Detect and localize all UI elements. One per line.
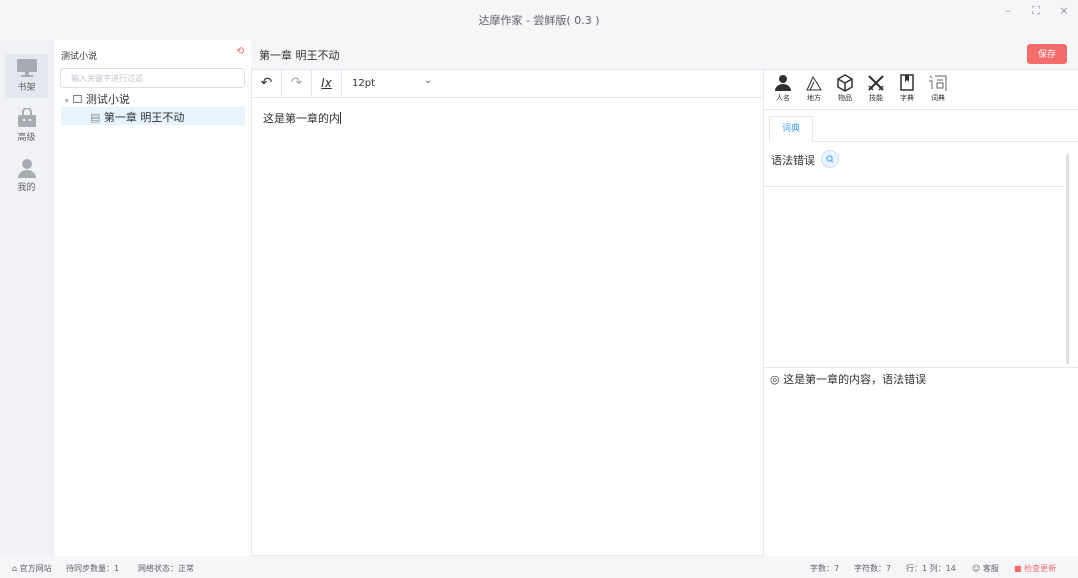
tree-node-label: 第一章 明王不动 xyxy=(103,111,185,124)
user-icon xyxy=(17,159,36,178)
tool-bar: 人名 地方 物品 技能 字典 词典 xyxy=(764,70,1078,110)
preview-divider xyxy=(764,367,1078,368)
text-cursor xyxy=(340,112,341,124)
status-bar: ⌂ 官方网站 待同步数量：1 网络状态：正常 字数：7 字符数：7 行：1 列：… xyxy=(0,556,1078,578)
preview-text: ◎ 这是第一章的内容，语法错误 xyxy=(770,371,926,387)
eye-icon: ◎ xyxy=(770,373,780,386)
title-bar: 达摩作家 - 尝鲜版( 0.3 ) – ⛶ × xyxy=(0,0,1078,40)
word-count: 字数：7 xyxy=(810,564,840,573)
chevron-down-icon[interactable]: ⌄ xyxy=(424,75,432,86)
close-button[interactable]: × xyxy=(1054,4,1074,17)
tool-item[interactable]: 物品 xyxy=(830,74,860,103)
chapter-title: 第一章 明王不动 xyxy=(259,49,340,62)
bag-icon xyxy=(17,108,36,127)
swords-icon xyxy=(868,75,884,91)
editor-text: 这是第一章的内 xyxy=(263,112,340,125)
tool-dictionary[interactable]: 字典 xyxy=(892,74,922,103)
refresh-icon[interactable]: ⟲ xyxy=(236,46,244,57)
preview-content: 这是第一章的内容，语法错误 xyxy=(783,373,927,386)
save-button[interactable]: 保存 xyxy=(1027,44,1067,64)
left-nav: 书架 高级 我的 xyxy=(0,40,55,556)
grammar-error-label: 语法错误 xyxy=(771,154,815,167)
nav-item-bookshelf[interactable]: 书架 xyxy=(5,54,48,98)
tool-thesaurus[interactable]: 词典 xyxy=(923,74,953,103)
nav-label: 我的 xyxy=(17,183,36,193)
tool-label: 人名 xyxy=(776,94,790,102)
nav-item-mine[interactable]: 我的 xyxy=(5,154,48,198)
update-icon: ■ xyxy=(1014,564,1022,573)
nav-item-advanced[interactable]: 高级 xyxy=(5,104,48,148)
nav-label: 高级 xyxy=(17,133,36,143)
tree-node-label: 测试小说 xyxy=(85,93,130,106)
sync-count: 待同步数量：1 xyxy=(66,564,120,573)
error-divider xyxy=(764,186,1064,187)
book-icon xyxy=(900,74,914,91)
update-label: 检查更新 xyxy=(1024,564,1057,573)
minimize-button[interactable]: – xyxy=(998,4,1018,17)
editor-panel: ↶ ↷ Ix 12pt ⌄ 这是第一章的内 xyxy=(251,69,764,556)
tool-place[interactable]: 地方 xyxy=(799,74,829,103)
novel-header: 测试小说 xyxy=(61,52,98,62)
scrollbar[interactable] xyxy=(1066,154,1069,364)
check-update-link[interactable]: ■ 检查更新 xyxy=(1014,563,1056,574)
font-size-select[interactable]: 12pt xyxy=(352,78,375,89)
website-link[interactable]: ⌂ 官方网站 xyxy=(12,563,52,574)
tool-label: 物品 xyxy=(838,94,852,102)
home-icon: ⌂ xyxy=(12,564,18,573)
filter-input[interactable]: 输入关键字进行过滤 xyxy=(60,68,245,88)
window-title: 达摩作家 - 尝鲜版( 0.3 ) xyxy=(478,14,600,27)
chat-icon: ☺ xyxy=(972,564,981,573)
search-button[interactable] xyxy=(821,150,839,168)
document-icon: ▤ xyxy=(90,111,101,124)
support-link[interactable]: ☺ 客服 xyxy=(972,563,999,574)
tree-node-chapter[interactable]: ▤ 第一章 明王不动 xyxy=(61,107,245,125)
tool-person[interactable]: 人名 xyxy=(768,74,798,103)
tab-dictionary[interactable]: 词典 xyxy=(769,116,813,142)
tool-label: 词典 xyxy=(931,94,945,102)
editor-content[interactable]: 这是第一章的内 xyxy=(263,110,341,126)
right-panel: 人名 地方 物品 技能 字典 词典 词典 语法错误 ◎ 这是第一章的内容，语法错… xyxy=(764,69,1078,556)
char-count: 字符数：7 xyxy=(854,564,892,573)
dictionary-icon xyxy=(929,75,947,91)
tab-divider xyxy=(813,141,1078,142)
monitor-icon xyxy=(16,59,37,77)
network-status: 网络状态：正常 xyxy=(138,564,194,573)
search-icon xyxy=(826,155,834,163)
chapter-tree-panel: 测试小说 ⟲ 输入关键字进行过滤 ▾ ☐ 测试小说 ▤ 第一章 明王不动 xyxy=(55,40,251,556)
clear-format-button[interactable]: Ix xyxy=(312,70,342,97)
undo-button[interactable]: ↶ xyxy=(252,70,282,97)
tool-skill[interactable]: 技能 xyxy=(861,74,891,103)
tool-label: 地方 xyxy=(807,94,821,102)
website-label: 官方网站 xyxy=(19,564,52,573)
maximize-button[interactable]: ⛶ xyxy=(1026,4,1046,18)
support-label: 客服 xyxy=(982,564,999,573)
tree-node-novel[interactable]: ▾ ☐ 测试小说 xyxy=(65,91,130,107)
caret-down-icon: ▾ xyxy=(65,97,69,105)
folder-icon: ☐ xyxy=(72,93,83,106)
tool-label: 技能 xyxy=(869,94,883,102)
tool-label: 字典 xyxy=(900,94,914,102)
place-icon xyxy=(806,75,822,91)
person-icon xyxy=(775,75,791,91)
cube-icon xyxy=(837,74,853,92)
redo-button[interactable]: ↷ xyxy=(282,70,312,97)
cursor-position: 行：1 列：14 xyxy=(906,564,956,573)
nav-label: 书架 xyxy=(17,83,36,93)
editor-toolbar: ↶ ↷ Ix 12pt ⌄ xyxy=(252,70,763,98)
